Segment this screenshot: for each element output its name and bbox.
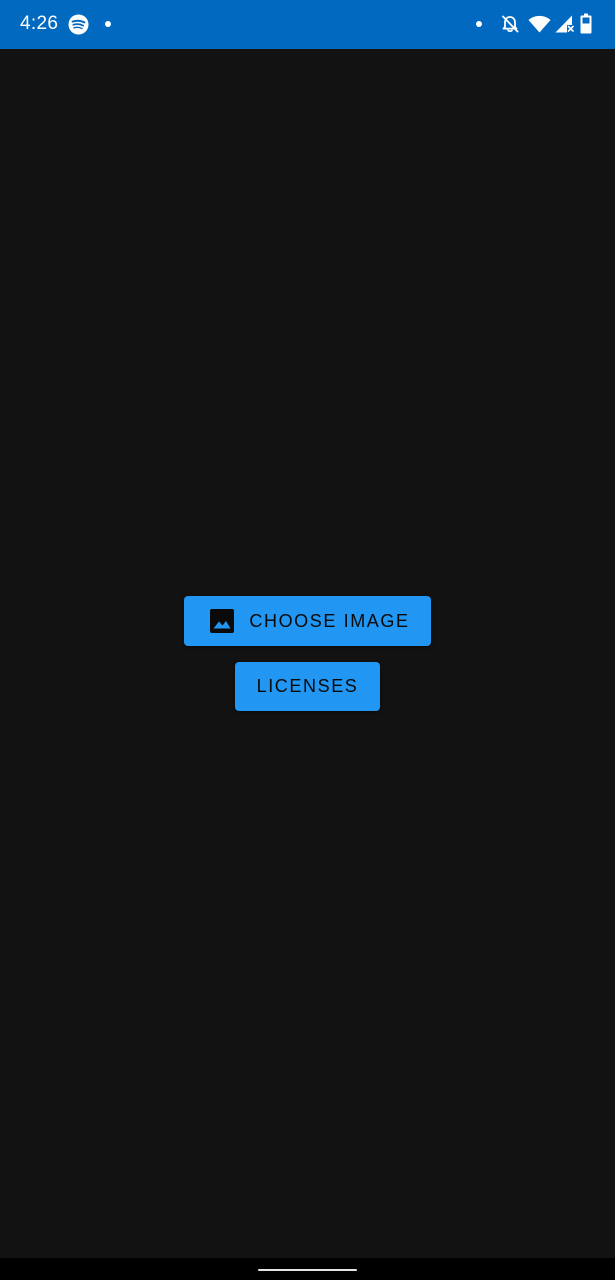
choose-image-label: CHOOSE IMAGE [249,610,410,631]
notification-dot-icon [476,21,482,27]
licenses-button[interactable]: LICENSES [235,662,380,711]
wifi-icon [528,15,551,33]
licenses-label: LICENSES [256,676,359,696]
image-icon [210,609,235,633]
gesture-handle[interactable] [258,1269,357,1271]
alarm-off-icon [502,15,519,33]
main-content [0,49,615,1258]
battery-icon [580,13,592,34]
choose-image-button[interactable]: CHOOSE IMAGE [184,596,431,646]
navigation-bar [0,1258,615,1280]
notification-dot-icon [105,21,111,27]
status-time: 4:26 [20,13,59,34]
status-bar: 4:26 [0,0,615,49]
spotify-icon [68,14,89,35]
cellular-no-signal-icon [555,15,574,33]
